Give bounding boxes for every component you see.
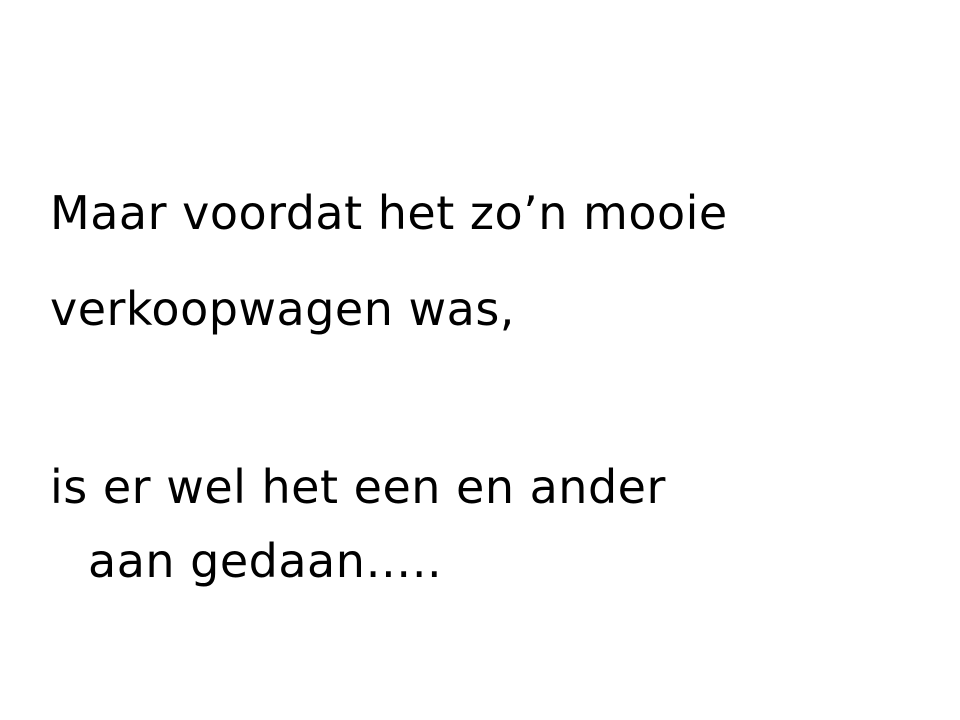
text-line-3: is er wel het een en ander [50,460,666,514]
text-line-1: Maar voordat het zo’n mooie [50,186,728,240]
text-line-2: verkoopwagen was, [50,282,515,336]
slide: Maar voordat het zo’n mooie verkoopwagen… [0,0,960,720]
text-line-4: aan gedaan….. [88,534,443,588]
